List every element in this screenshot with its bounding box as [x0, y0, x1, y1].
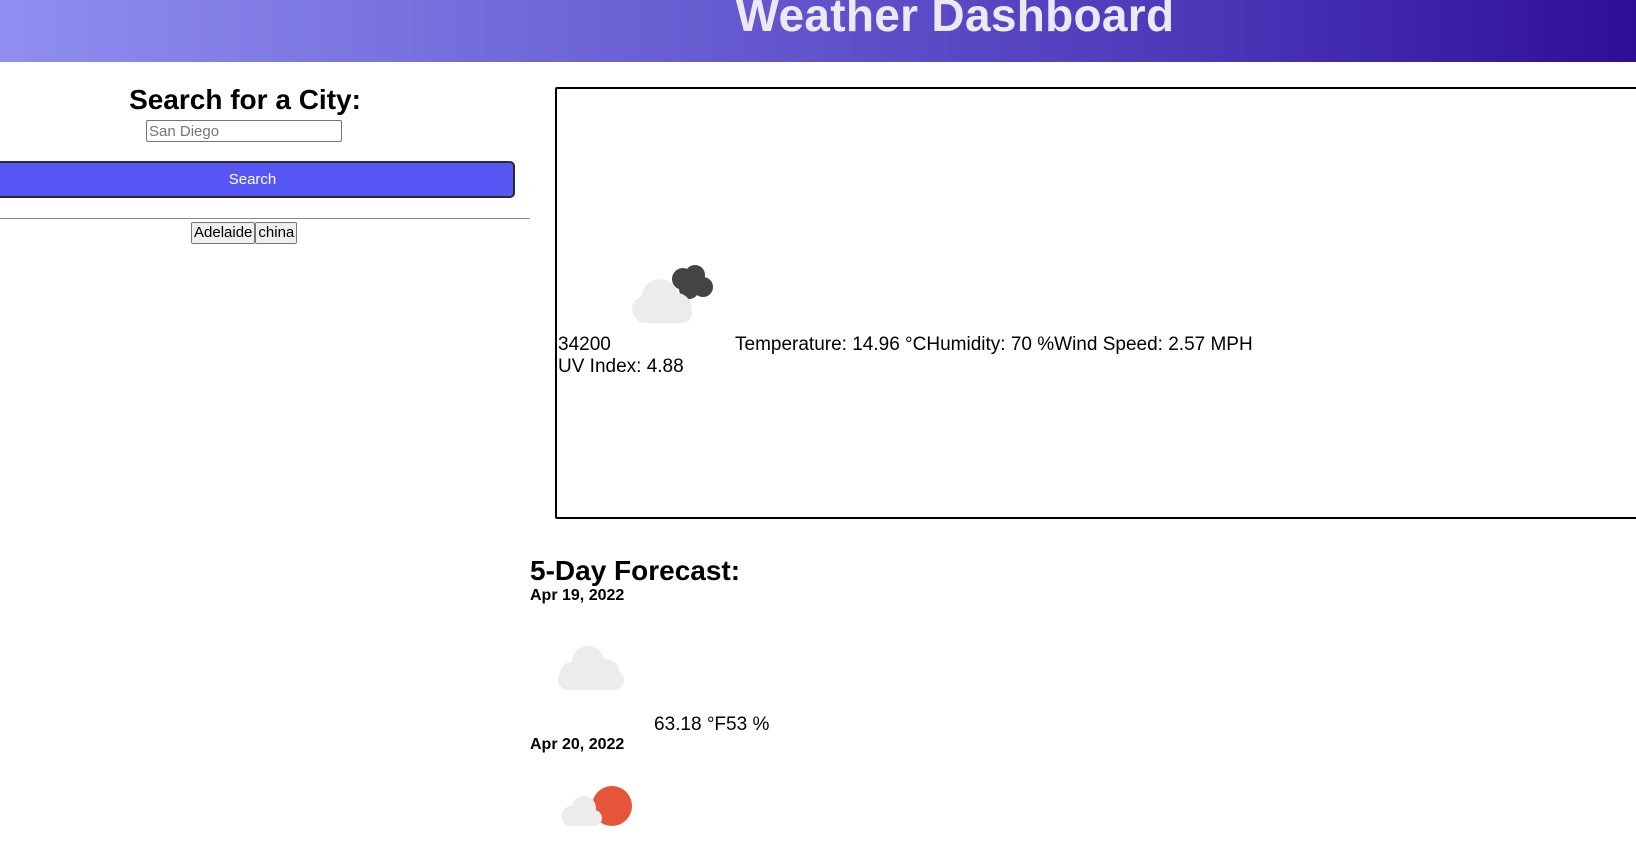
- forecast-date: Apr 20, 2022: [530, 736, 625, 753]
- page-title: Weather Dashboard: [735, 0, 1175, 41]
- history-button-china[interactable]: china: [255, 222, 298, 244]
- divider: [0, 218, 530, 219]
- forecast-date: Apr 19, 2022: [530, 587, 625, 604]
- search-history: Adelaide china: [191, 222, 298, 244]
- current-city: 34200: [558, 334, 611, 355]
- cloud-icon: [550, 640, 640, 700]
- current-temperature: Temperature: 14.96 °C: [735, 334, 927, 355]
- current-uv-index: UV Index: 4.88: [558, 356, 684, 377]
- current-weather-panel: 34200 Temperature: 14.96 °CHumidity: 70 …: [555, 87, 1636, 519]
- forecast-title: 5-Day Forecast:: [530, 555, 741, 586]
- forecast-values: 63.18 °F53 %: [654, 714, 770, 735]
- city-search-input[interactable]: [146, 120, 342, 142]
- search-button[interactable]: Search: [0, 161, 515, 198]
- history-button-adelaide[interactable]: Adelaide: [191, 222, 256, 244]
- search-title: Search for a City:: [129, 84, 361, 115]
- sun-cloud-icon: [550, 784, 640, 844]
- cloud-night-icon: [627, 259, 727, 329]
- current-stats: Temperature: 14.96 °CHumidity: 70 %Wind …: [735, 334, 1253, 356]
- current-humidity: Humidity: 70 %: [926, 334, 1055, 355]
- current-wind-speed: Wind Speed: 2.57 MPH: [1054, 334, 1253, 355]
- search-sidebar: Search for a City: Search Adelaide china: [0, 62, 530, 262]
- header-banner: Weather Dashboard: [0, 0, 1636, 62]
